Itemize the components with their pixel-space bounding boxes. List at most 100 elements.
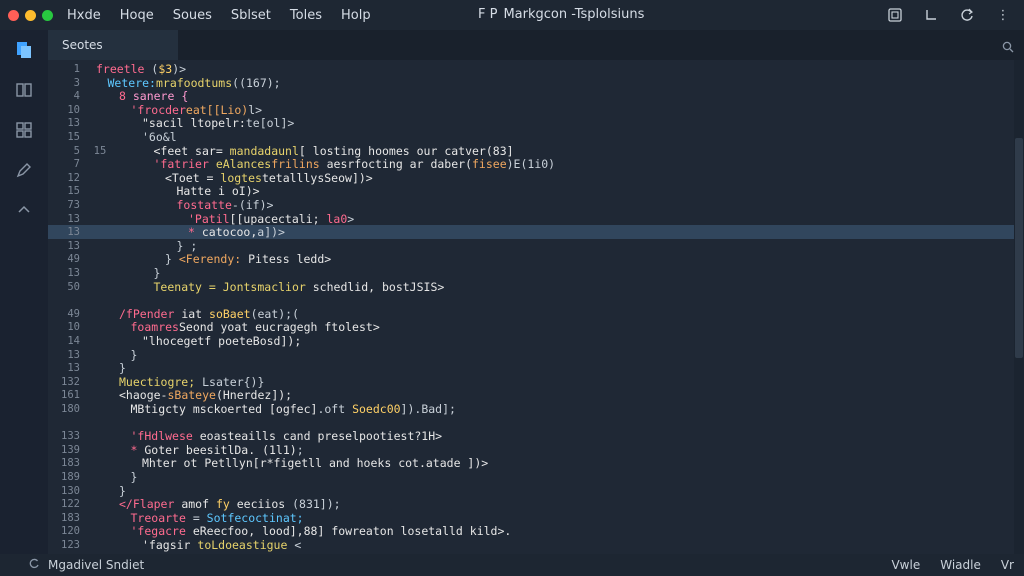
code-token: (1l1) — [262, 442, 297, 457]
minimize-window-button[interactable] — [25, 9, 36, 21]
menu-item-1[interactable]: Hxde — [67, 8, 101, 23]
code-text: 'fagsir toLdoeastigue < — [142, 538, 301, 552]
vertical-scrollbar[interactable] — [1014, 60, 1024, 554]
line-number: 183 — [61, 457, 80, 470]
search-icon[interactable] — [1002, 38, 1014, 53]
code-line[interactable]: 13} — [48, 348, 1014, 362]
code-token: Soedc00 — [352, 402, 401, 416]
code-token: cat — [201, 225, 223, 240]
code-text: Treoarte = Sotfecoctinat; — [131, 511, 304, 525]
code-line[interactable]: 10 foamresSeond yoat eucragegh ftolest> — [48, 320, 1014, 334]
code-text: * Goter beesitlDa. (1l1); — [131, 443, 304, 457]
sync-icon[interactable] — [958, 6, 976, 24]
code-line[interactable]: 7 'fatrier eAlancesfrilins aesrfocting ar… — [48, 157, 1014, 171]
line-number: 13 — [67, 362, 80, 375]
code-token: * — [188, 225, 202, 240]
code-line[interactable] — [48, 293, 1014, 307]
code-line[interactable]: 4 8 sanere { — [48, 89, 1014, 103]
collapse-icon[interactable] — [12, 198, 36, 222]
code-text: /fPender iat soBaet(eat);( — [119, 307, 299, 321]
code-token: Petllyn — [204, 456, 253, 471]
line-number: 183 — [61, 511, 80, 524]
code-token: )> — [172, 62, 187, 76]
code-line[interactable]: 13 "sacil ltopelr:te[ol]> — [48, 116, 1014, 130]
code-line[interactable]: 180 MBtigcty msckoerted [ogfec].oft Soedc… — [48, 402, 1014, 416]
scrollbar-thumb[interactable] — [1015, 138, 1023, 358]
code-line[interactable]: 122 </Flaper amof fy eeciios (831]); — [48, 497, 1014, 511]
code-line[interactable]: 123 'fagsir toLdoeastigue < — [48, 538, 1014, 552]
status-left-text[interactable]: Mgadivel Sndiet — [48, 558, 144, 572]
code-line[interactable]: 5 15 <feet sar= mandadaunl[ losting hoomes… — [48, 144, 1014, 158]
code-line[interactable]: 161 <haoge-sBateye(Hnerdez]); — [48, 388, 1014, 402]
code-line[interactable]: 132 Muectiogre; Lsater{)} — [48, 375, 1014, 389]
code-line[interactable]: 13 * catocoo,a])> — [48, 225, 1014, 240]
code-token: mandadaunl — [229, 143, 299, 158]
code-text: Wetere:mrafoodtums((167); — [108, 76, 281, 90]
code-token: [[upacectali; — [229, 211, 327, 226]
menu-item-5[interactable]: Toles — [290, 8, 322, 23]
menu-item-6[interactable]: Holp — [341, 8, 371, 23]
code-line[interactable]: 13} ; — [48, 239, 1014, 253]
code-text: <haoge-sBateye(Hnerdez]); — [119, 388, 292, 402]
code-token: iat — [181, 306, 210, 321]
menu-item-3[interactable]: Soues — [173, 8, 212, 23]
code-line[interactable]: 13 'Patil[[upacectali; la0> — [48, 212, 1014, 226]
code-line[interactable]: 130} — [48, 484, 1014, 498]
line-number: 73 — [67, 199, 80, 211]
extensions-icon[interactable] — [12, 118, 36, 142]
code-line[interactable] — [48, 416, 1014, 430]
code-token: Pitess ledd> — [248, 252, 332, 267]
explorer-icon[interactable] — [12, 38, 36, 62]
code-line[interactable]: 13} — [48, 266, 1014, 280]
close-window-button[interactable] — [8, 9, 19, 21]
code-token: [ losting hoomes our catver(83] — [298, 143, 514, 158]
code-line[interactable]: 10 'frocdereat[[Lio)l> — [48, 103, 1014, 117]
edit-icon[interactable] — [12, 158, 36, 182]
code-token: > — [347, 211, 355, 226]
menu-item-4[interactable]: Sblset — [231, 8, 271, 23]
line-number: 7 — [73, 158, 80, 171]
code-line[interactable]: 49} <Ferendy: Pitess ledd> — [48, 252, 1014, 266]
maximize-window-button[interactable] — [42, 9, 53, 21]
split-editor-icon[interactable] — [922, 6, 940, 24]
code-text: '6o&l — [142, 130, 177, 144]
code-token: ocoo, — [222, 225, 258, 240]
status-item-3[interactable]: Vr — [1001, 558, 1014, 572]
code-line[interactable]: 15 Hatte i oI)> — [48, 184, 1014, 198]
code-text: MBtigcty msckoerted [ogfec].oft Soedc00]… — [131, 402, 456, 416]
code-line[interactable]: 12 <Toet = logtestetalllysSeow])> — [48, 171, 1014, 185]
code-line[interactable]: 3 Wetere:mrafoodtums((167); — [48, 76, 1014, 90]
status-item-2[interactable]: Wiadle — [940, 558, 981, 572]
code-line[interactable]: 15 '6o&l — [48, 130, 1014, 144]
code-line[interactable]: 189} — [48, 470, 1014, 484]
code-token: ((167); — [232, 75, 281, 90]
code-text: 'Patil[[upacectali; la0> — [188, 212, 354, 226]
more-icon[interactable]: ⋮ — [994, 6, 1012, 24]
code-token: </Flaper — [119, 497, 182, 512]
code-line[interactable]: 139 * Goter beesitlDa. (1l1); — [48, 443, 1014, 457]
line-number: 4 — [73, 90, 80, 103]
code-line[interactable]: 183 Treoarte = Sotfecoctinat; — [48, 511, 1014, 525]
code-line[interactable]: 120 'fegacre eReecfoo, lood],88] fowreato… — [48, 524, 1014, 538]
files-icon[interactable] — [12, 78, 36, 102]
code-line[interactable]: 183 Mhter ot Petllyn[r*figetll and hoeks … — [48, 456, 1014, 470]
code-line[interactable]: 14 "lhocegetf poeteBosd]); — [48, 334, 1014, 348]
code-token: eeciios — [236, 497, 293, 512]
code-token: tetalllysSeow])> — [261, 170, 373, 185]
line-number: 123 — [61, 539, 80, 551]
code-line[interactable]: 133 'fHdlwese eoasteaills cand preselpoot… — [48, 429, 1014, 443]
code-line[interactable]: 49/fPender iat soBaet(eat);( — [48, 307, 1014, 321]
status-sync-icon[interactable] — [28, 558, 40, 573]
menu-item-2[interactable]: Hoqe — [120, 8, 154, 23]
code-line[interactable]: 13} — [48, 361, 1014, 375]
code-line[interactable]: 1 freetle ($3)> — [48, 62, 1014, 76]
layout-icon[interactable] — [886, 6, 904, 24]
code-line[interactable]: 73 fostatte-(if)> — [48, 198, 1014, 212]
tab-active[interactable]: Seotes — [48, 30, 178, 60]
window-title: F P Markgcon -Tsplolsiuns — [478, 7, 644, 22]
code-editor[interactable]: 1 freetle ($3)> 3 Wetere:mrafoodtums((167);… — [48, 60, 1024, 554]
status-item-1[interactable]: Vwle — [891, 558, 920, 572]
code-token: 'Patil — [188, 211, 230, 226]
code-line[interactable]: 50 Teenaty = Jontsmaclior schedlid, bostJ… — [48, 280, 1014, 294]
line-number: 133 — [61, 430, 80, 443]
